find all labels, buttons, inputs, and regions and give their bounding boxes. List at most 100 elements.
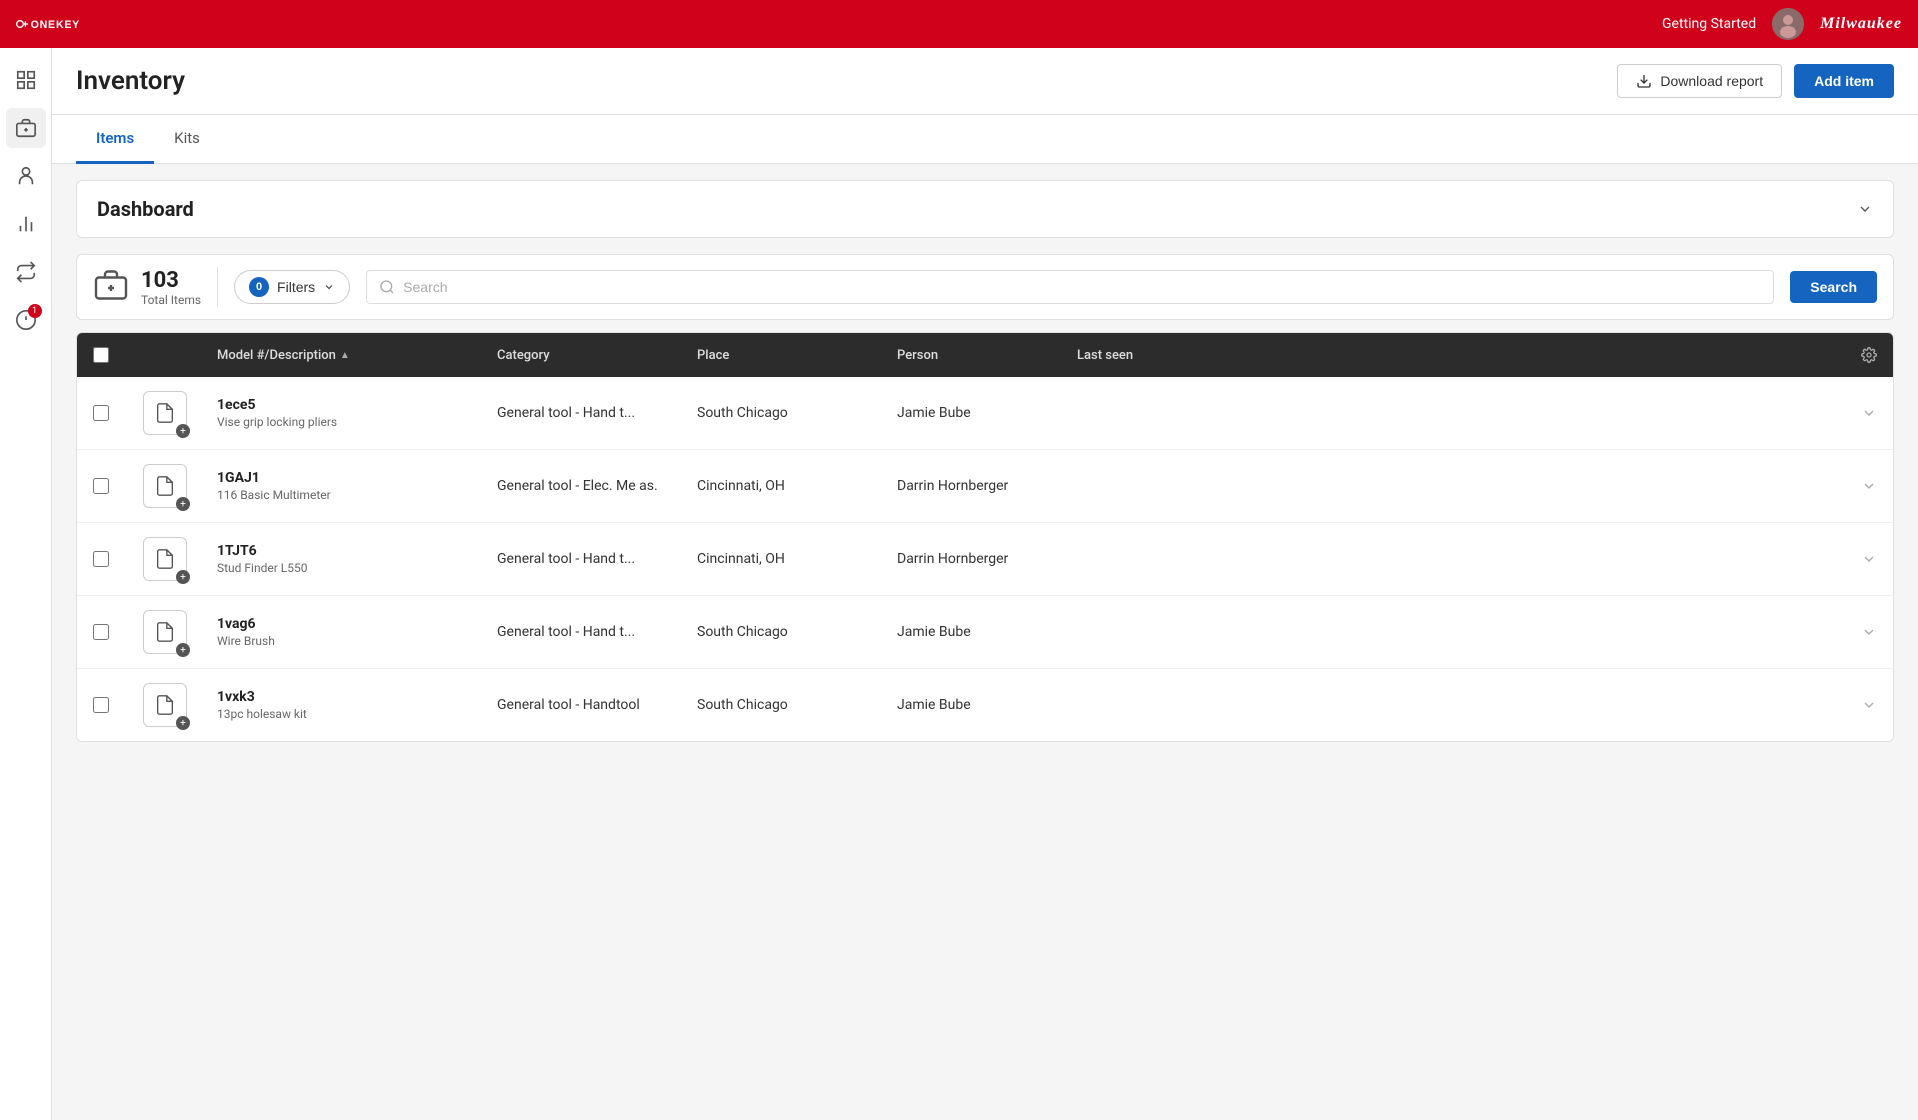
search-input-wrap: [366, 270, 1774, 304]
tool-icon-plus-5: +: [176, 716, 190, 730]
tool-icon-plus-3: +: [176, 570, 190, 584]
table-row: + 1vag6 Wire Brush General tool - Hand t…: [77, 596, 1893, 669]
dashboard-title: Dashboard: [97, 197, 194, 221]
sidebar: 1: [0, 48, 52, 1120]
dashboard-chevron-icon: [1857, 201, 1873, 217]
row-chevron-icon-3: [1861, 551, 1877, 567]
td-place-4: South Chicago: [685, 610, 885, 654]
total-items-section: 103 Total Items: [93, 267, 218, 307]
download-icon: [1636, 73, 1652, 89]
total-label: Total Items: [141, 293, 201, 307]
tool-icon-plus: +: [176, 424, 190, 438]
add-item-button[interactable]: Add item: [1794, 64, 1894, 98]
td-category-4: General tool - Hand t...: [485, 610, 685, 654]
tool-icon-2: +: [125, 450, 205, 522]
settings-icon: [1861, 347, 1877, 363]
table-row: + 1TJT6 Stud Finder L550 General tool - …: [77, 523, 1893, 596]
tool-icon-box-2: +: [143, 464, 187, 508]
td-category-5: General tool - Handtool: [485, 683, 685, 727]
td-place-2: Cincinnati, OH: [685, 464, 885, 508]
td-expand-4[interactable]: [1845, 610, 1893, 654]
tool-icon-1: +: [125, 377, 205, 449]
td-model-2: 1GAJ1 116 Basic Multimeter: [205, 456, 485, 516]
search-input[interactable]: [403, 279, 1761, 295]
tool-doc-icon-4: [154, 621, 176, 643]
row-chevron-icon-4: [1861, 624, 1877, 640]
dashboard-card[interactable]: Dashboard: [76, 180, 1894, 238]
total-items-info: 103 Total Items: [141, 268, 201, 307]
sidebar-item-dashboard[interactable]: [6, 60, 46, 100]
td-expand-2[interactable]: [1845, 464, 1893, 508]
top-nav-right: Getting Started Milwaukee: [1662, 8, 1902, 40]
filters-button[interactable]: 0 Filters: [234, 270, 350, 304]
td-model-5: 1vxk3 13pc holesaw kit: [205, 675, 485, 735]
row-select-4[interactable]: [93, 624, 109, 640]
row-select-1[interactable]: [93, 405, 109, 421]
td-person-4: Jamie Bube: [885, 610, 1065, 654]
sidebar-item-alerts[interactable]: 1: [6, 300, 46, 340]
td-category-2: General tool - Elec. Me as.: [485, 464, 685, 508]
search-button[interactable]: Search: [1790, 271, 1877, 303]
tool-icon-plus-4: +: [176, 643, 190, 657]
filter-chevron-icon: [323, 281, 335, 293]
row-checkbox-5[interactable]: [77, 683, 125, 727]
briefcase-icon: [93, 267, 129, 307]
row-select-5[interactable]: [93, 697, 109, 713]
row-chevron-icon: [1861, 405, 1877, 421]
th-model[interactable]: Model #/Description ▲: [205, 334, 485, 377]
onekey-logo: ONE KEY: [16, 12, 96, 36]
table-row: + 1ece5 Vise grip locking pliers General…: [77, 377, 1893, 450]
table-row: + 1GAJ1 116 Basic Multimeter General too…: [77, 450, 1893, 523]
sidebar-item-transfers[interactable]: [6, 252, 46, 292]
td-last-seen-5: [1065, 691, 1845, 719]
page-header: Inventory Download report Add item: [52, 48, 1918, 115]
tab-items[interactable]: Items: [76, 115, 154, 164]
header-actions: Download report Add item: [1617, 64, 1894, 98]
td-person-5: Jamie Bube: [885, 683, 1065, 727]
transfer-icon: [15, 261, 37, 283]
avatar-image: [1772, 8, 1804, 40]
row-checkbox-3[interactable]: [77, 537, 125, 581]
row-chevron-icon-2: [1861, 478, 1877, 494]
user-avatar[interactable]: [1772, 8, 1804, 40]
row-checkbox-1[interactable]: [77, 391, 125, 435]
td-place-1: South Chicago: [685, 391, 885, 435]
td-category-1: General tool - Hand t...: [485, 391, 685, 435]
main-content: Inventory Download report Add item Items…: [52, 48, 1918, 1120]
filter-count-badge: 0: [249, 277, 269, 297]
svg-text:ONE: ONE: [31, 19, 56, 31]
sidebar-item-people[interactable]: [6, 156, 46, 196]
tool-icon-box-1: +: [143, 391, 187, 435]
sidebar-item-inventory[interactable]: [6, 108, 46, 148]
sort-icon: ▲: [340, 350, 350, 361]
td-expand-3[interactable]: [1845, 537, 1893, 581]
tool-icon-3: +: [125, 523, 205, 595]
select-all-checkbox[interactable]: [93, 347, 109, 363]
row-checkbox-4[interactable]: [77, 610, 125, 654]
download-report-button[interactable]: Download report: [1617, 64, 1782, 98]
table-row: + 1vxk3 13pc holesaw kit General tool - …: [77, 669, 1893, 741]
td-model-3: 1TJT6 Stud Finder L550: [205, 529, 485, 589]
td-expand-1[interactable]: [1845, 391, 1893, 435]
row-checkbox-2[interactable]: [77, 464, 125, 508]
tool-icon-4: +: [125, 596, 205, 668]
sidebar-item-reports[interactable]: [6, 204, 46, 244]
tab-kits[interactable]: Kits: [154, 115, 220, 164]
td-expand-5[interactable]: [1845, 683, 1893, 727]
alert-badge: 1: [28, 304, 42, 318]
tool-icon-box-3: +: [143, 537, 187, 581]
td-last-seen-4: [1065, 618, 1845, 646]
getting-started-link[interactable]: Getting Started: [1662, 16, 1756, 32]
td-model-4: 1vag6 Wire Brush: [205, 602, 485, 662]
onekey-logo-svg: ONE KEY: [16, 12, 96, 36]
tool-icon-plus-2: +: [176, 497, 190, 511]
tool-icon-box-5: +: [143, 683, 187, 727]
th-category: Category: [485, 334, 685, 377]
search-icon: [379, 279, 395, 295]
filter-bar: 103 Total Items 0 Filters Search: [76, 254, 1894, 320]
briefcase-svg: [93, 267, 129, 303]
th-person: Person: [885, 334, 1065, 377]
row-select-2[interactable]: [93, 478, 109, 494]
row-select-3[interactable]: [93, 551, 109, 567]
th-settings[interactable]: [1845, 333, 1893, 377]
